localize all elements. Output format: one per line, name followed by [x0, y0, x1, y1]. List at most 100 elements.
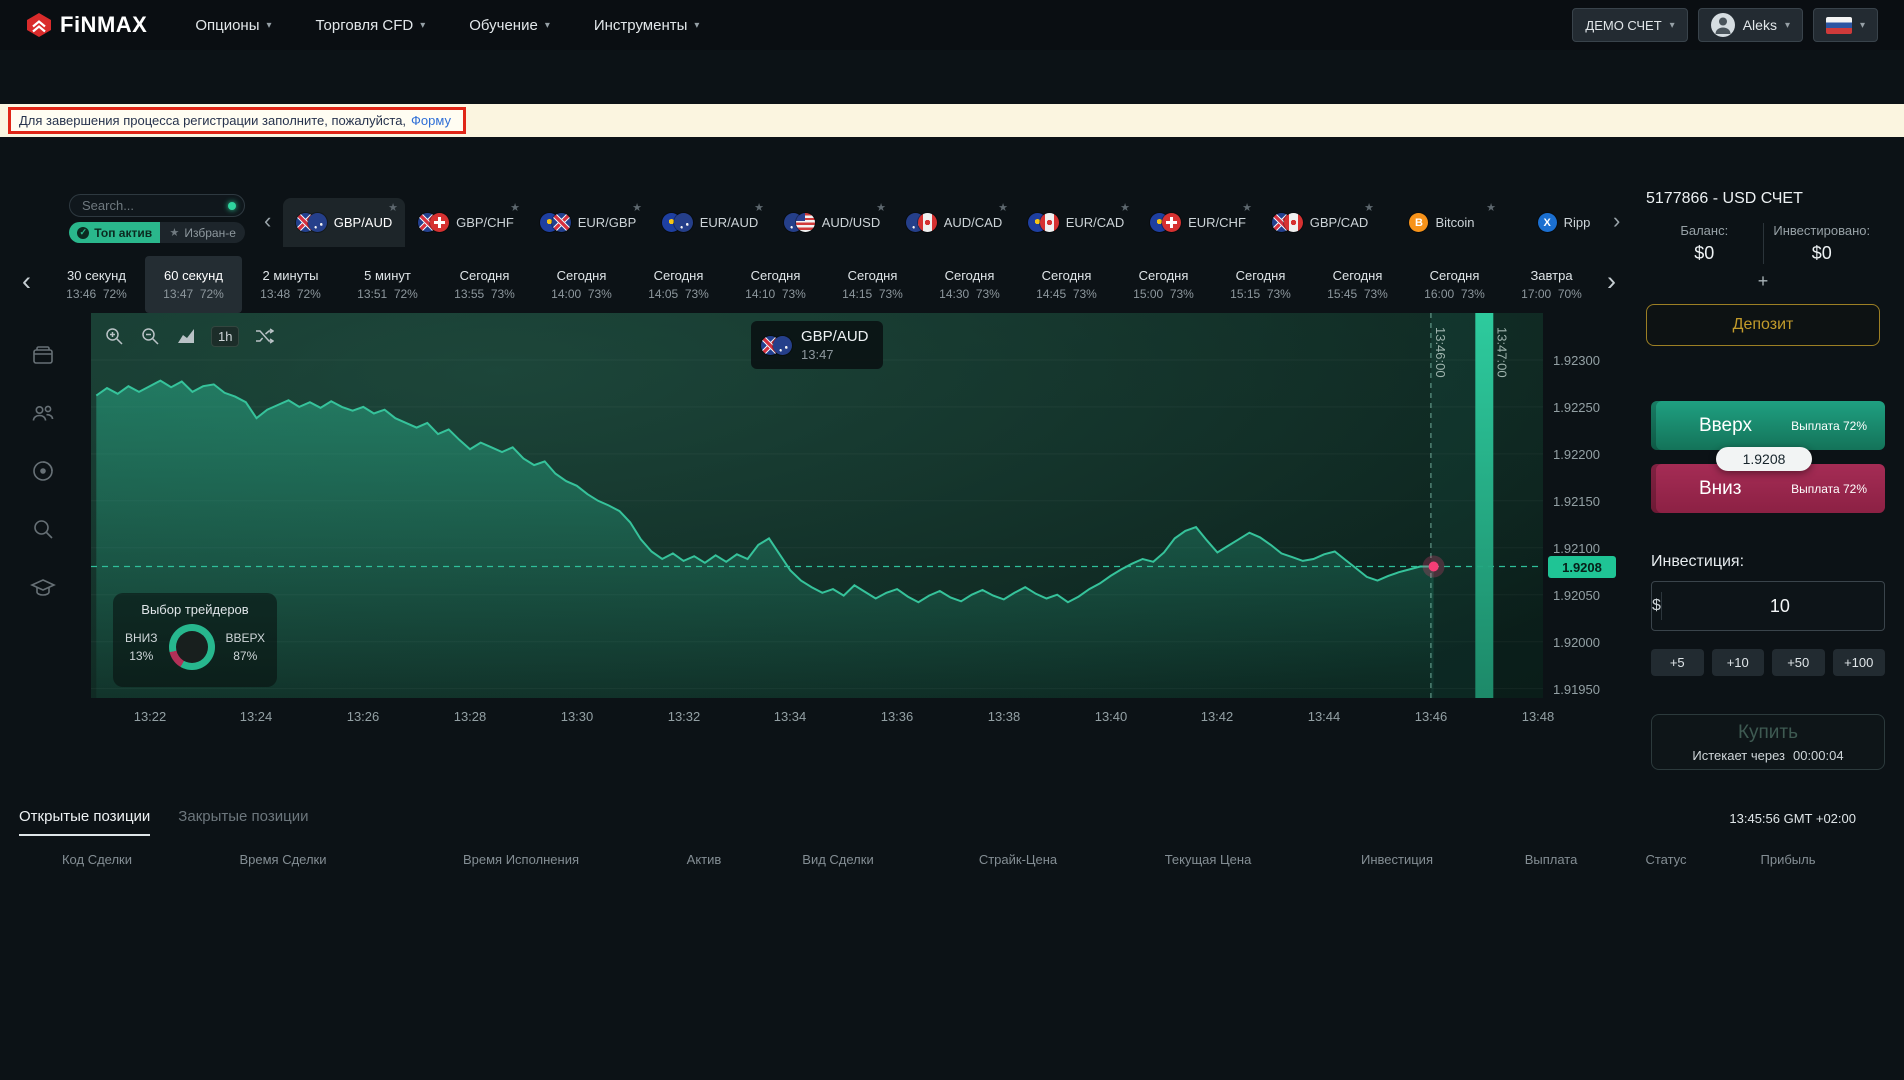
search-assets-icon[interactable]	[29, 515, 57, 543]
demo-account-button[interactable]: ДЕМО СЧЕТ ▾	[1572, 8, 1687, 42]
timeframes-scroll-left[interactable]: ‹	[22, 268, 31, 295]
asset-tab-gbp-chf[interactable]: ★GBP/CHF	[405, 198, 527, 247]
time-axis-label: 13:28	[454, 709, 487, 724]
assets-scroll-left[interactable]: ‹	[264, 210, 271, 232]
invested-label: Инвестировано:	[1764, 223, 1881, 238]
timeframe-14-10[interactable]: Сегодня14:10 73%	[727, 256, 824, 313]
language-selector[interactable]: ▾	[1813, 8, 1878, 42]
flag-cad-icon	[1040, 213, 1059, 232]
increment-button-5[interactable]: +5	[1651, 649, 1704, 676]
nav-item-3[interactable]: Обучение▾	[469, 17, 550, 34]
target-icon[interactable]	[29, 457, 57, 485]
asset-label: Ripp	[1564, 215, 1591, 230]
random-asset-icon[interactable]	[253, 325, 275, 347]
favorite-star-icon[interactable]: ★	[632, 201, 642, 214]
timeframe-14-45[interactable]: Сегодня14:45 73%	[1018, 256, 1115, 313]
timeframe-15-00[interactable]: Сегодня15:00 73%	[1115, 256, 1212, 313]
timeframe-13-48[interactable]: 2 минуты13:48 72%	[242, 256, 339, 313]
favorite-star-icon[interactable]: ★	[754, 201, 764, 214]
timeframe-15-45[interactable]: Сегодня15:45 73%	[1309, 256, 1406, 313]
asset-tab-gbp-cad[interactable]: ★GBP/CAD	[1259, 198, 1381, 247]
user-menu-button[interactable]: Aleks ▾	[1698, 8, 1803, 42]
education-icon[interactable]	[29, 573, 57, 601]
asset-tab-eur-aud[interactable]: ★EUR/AUD	[649, 198, 771, 247]
nav-item-1[interactable]: Опционы▾	[195, 17, 271, 34]
add-funds-icon[interactable]: +	[1646, 271, 1880, 292]
timeframe-16-00[interactable]: Сегодня16:00 73%	[1406, 256, 1503, 313]
increment-button-50[interactable]: +50	[1772, 649, 1825, 676]
favorite-star-icon[interactable]: ★	[1364, 201, 1374, 214]
timeframe-15-15[interactable]: Сегодня15:15 73%	[1212, 256, 1309, 313]
asset-tab-bitcoin[interactable]: ★BBitcoin	[1381, 198, 1503, 247]
nav-item-2[interactable]: Торговля CFD▾	[316, 17, 426, 34]
timeframe-label: Сегодня	[1139, 268, 1189, 283]
asset-tab-eur-cad[interactable]: ★EUR/CAD	[1015, 198, 1137, 247]
increment-button-100[interactable]: +100	[1833, 649, 1886, 676]
timeframe-14-00[interactable]: Сегодня14:00 73%	[533, 256, 630, 313]
demo-account-label: ДЕМО СЧЕТ	[1585, 18, 1661, 33]
asset-tab-eur-gbp[interactable]: ★EUR/GBP	[527, 198, 649, 247]
server-clock: 13:45:56 GMT +02:00	[1729, 811, 1856, 826]
registration-form-link[interactable]: Форму	[411, 113, 451, 128]
favorite-star-icon[interactable]: ★	[388, 201, 398, 214]
timeframe-17-00[interactable]: Завтра17:00 70%	[1503, 256, 1600, 313]
russian-flag-icon	[1826, 17, 1852, 34]
amount-input[interactable]	[1662, 595, 1898, 618]
favorite-star-icon[interactable]: ★	[510, 201, 520, 214]
asset-filter-toggle: ✓ Топ актив ★ Избран-е	[69, 222, 245, 243]
flag-gbp-icon	[552, 213, 571, 232]
timeframe-sub: 13:46 72%	[66, 287, 127, 301]
asset-tab-eur-chf[interactable]: ★EUR/CHF	[1137, 198, 1259, 247]
favorite-star-icon[interactable]: ★	[998, 201, 1008, 214]
timeframe-13-46[interactable]: 30 секунд13:46 72%	[48, 256, 145, 313]
timeframe-13-51[interactable]: 5 минут13:51 72%	[339, 256, 436, 313]
column-header-1: Код Сделки	[62, 852, 132, 867]
tooltip-time: 13:47	[801, 347, 869, 362]
timeframes-scroll-right[interactable]: ›	[1607, 268, 1616, 295]
deposit-button[interactable]: Депозит	[1646, 304, 1880, 346]
balance-value: $0	[1646, 243, 1763, 264]
timeframe-13-55[interactable]: Сегодня13:55 73%	[436, 256, 533, 313]
wallet-icon[interactable]	[29, 341, 57, 369]
svg-text:13:47:00: 13:47:00	[1494, 327, 1509, 378]
timeframe-14-05[interactable]: Сегодня14:05 73%	[630, 256, 727, 313]
timeframe-14-15[interactable]: Сегодня14:15 73%	[824, 256, 921, 313]
favorites-filter[interactable]: ★ Избран-е	[160, 222, 245, 243]
tab-open-positions[interactable]: Открытые позиции	[19, 808, 150, 836]
price-axis-label: 1.92250	[1553, 400, 1600, 415]
asset-label: EUR/CHF	[1188, 215, 1246, 230]
timeframe-sub: 14:15 73%	[842, 287, 903, 301]
search-input[interactable]	[69, 194, 245, 217]
asset-tab-aud-usd[interactable]: ★AUD/USD	[771, 198, 893, 247]
asset-tab-aud-cad[interactable]: ★AUD/CAD	[893, 198, 1015, 247]
timeframe-14-30[interactable]: Сегодня14:30 73%	[921, 256, 1018, 313]
balance-col: Баланс: $0	[1646, 223, 1763, 264]
interval-selector[interactable]: 1h	[211, 326, 239, 347]
asset-label: AUD/CAD	[944, 215, 1003, 230]
time-axis-label: 13:36	[881, 709, 914, 724]
flag-aud-icon	[674, 213, 693, 232]
finmax-logo[interactable]: FiNMAX	[26, 12, 147, 38]
put-down-button[interactable]: Вниз Выплата 72%	[1651, 464, 1885, 513]
buy-button[interactable]: Купить Истекает через 00:00:04	[1651, 714, 1885, 770]
zoom-out-icon[interactable]	[139, 325, 161, 347]
increment-button-10[interactable]: +10	[1712, 649, 1765, 676]
top-assets-filter[interactable]: ✓ Топ актив	[69, 222, 160, 243]
column-header-10: Статус	[1645, 852, 1686, 867]
asset-tab-ripp[interactable]: ★XRipp	[1503, 198, 1609, 247]
favorite-star-icon[interactable]: ★	[1608, 201, 1609, 214]
asset-tab-gbp-aud[interactable]: ★GBP/AUD	[283, 198, 405, 247]
nav-item-4[interactable]: Инструменты▾	[594, 17, 700, 34]
favorite-star-icon[interactable]: ★	[1120, 201, 1130, 214]
users-icon[interactable]	[29, 399, 57, 427]
favorite-star-icon[interactable]: ★	[876, 201, 886, 214]
tab-closed-positions[interactable]: Закрытые позиции	[178, 808, 308, 836]
zoom-in-icon[interactable]	[103, 325, 125, 347]
assets-scroll-right[interactable]: ›	[1613, 210, 1620, 232]
chart-type-icon[interactable]	[175, 325, 197, 347]
timeframe-13-47[interactable]: 60 секунд13:47 72%	[145, 256, 242, 313]
price-chart[interactable]: 13:46:0013:47:00	[91, 313, 1543, 698]
favorite-star-icon[interactable]: ★	[1486, 201, 1496, 214]
call-up-button[interactable]: Вверх Выплата 72%	[1651, 401, 1885, 450]
favorite-star-icon[interactable]: ★	[1242, 201, 1252, 214]
